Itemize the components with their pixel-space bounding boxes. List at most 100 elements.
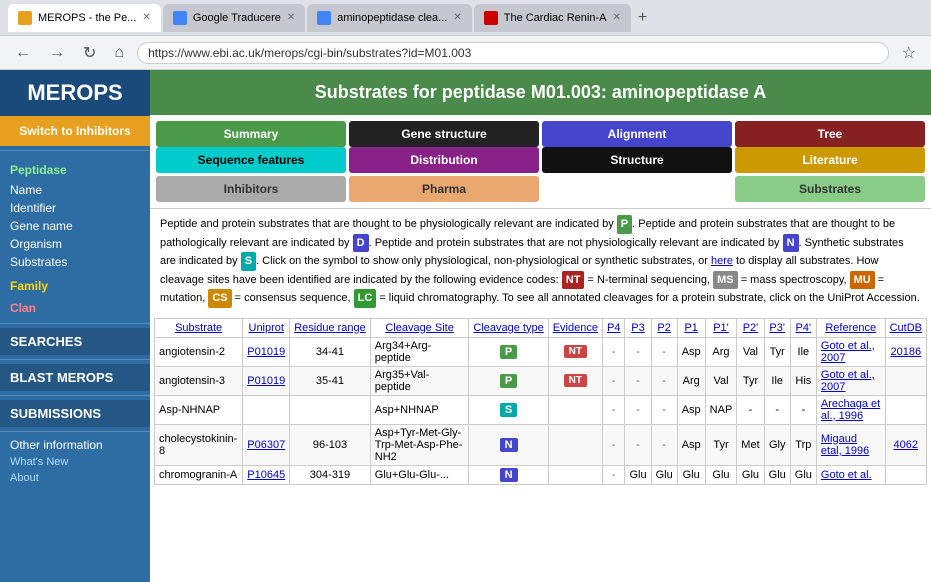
cell-cleavage-type[interactable]: P — [469, 366, 548, 395]
col-evidence[interactable]: Evidence — [548, 318, 602, 337]
cell-reference[interactable]: Goto et al., 2007 — [816, 366, 885, 395]
cell-cutdb[interactable] — [885, 366, 926, 395]
cell-cutdb[interactable]: 20186 — [885, 337, 926, 366]
nav-tabs-row3: Inhibitors Pharma Substrates — [150, 176, 931, 208]
cell-reference[interactable]: Goto et al., 2007 — [816, 337, 885, 366]
cell-uniprot[interactable]: P06307 — [243, 424, 290, 465]
sidebar-item-about[interactable]: About — [0, 470, 150, 486]
sidebar-item-whats-new[interactable]: What's New — [0, 454, 150, 470]
bookmark-button[interactable]: ☆ — [897, 41, 921, 65]
tab-favicon-google — [173, 11, 187, 25]
cell-reference[interactable]: Migaud etal, 1996 — [816, 424, 885, 465]
sidebar-divider-1 — [0, 150, 150, 151]
tab-pharma[interactable]: Pharma — [349, 176, 539, 202]
new-tab-button[interactable]: + — [633, 7, 652, 29]
tab-close-merops[interactable]: ✕ — [142, 12, 150, 23]
cell-p2p: - — [737, 395, 764, 424]
family-label: Family — [0, 275, 150, 297]
col-cutdb[interactable]: CutDB — [885, 318, 926, 337]
col-p2[interactable]: P2 — [651, 318, 677, 337]
col-substrate[interactable]: Substrate — [155, 318, 243, 337]
col-uniprot[interactable]: Uniprot — [243, 318, 290, 337]
cell-cleavage-type[interactable]: P — [469, 337, 548, 366]
cell-cleavage-type[interactable]: N — [469, 465, 548, 484]
cell-uniprot[interactable] — [243, 395, 290, 424]
reload-button[interactable]: ↻ — [78, 41, 101, 65]
cell-cutdb[interactable] — [885, 465, 926, 484]
col-p4p[interactable]: P4' — [790, 318, 816, 337]
cell-p3p: Tyr — [764, 337, 790, 366]
tab-literature[interactable]: Literature — [735, 147, 925, 173]
tab-sequence-features[interactable]: Sequence features — [156, 147, 346, 173]
cell-p1p: NAP — [705, 395, 737, 424]
cell-p4p: Trp — [790, 424, 816, 465]
sidebar-item-name[interactable]: Name — [0, 181, 150, 199]
sidebar-item-organism[interactable]: Organism — [0, 235, 150, 253]
cell-cutdb[interactable] — [885, 395, 926, 424]
tab-close-google[interactable]: ✕ — [287, 12, 295, 23]
sidebar-divider-2 — [0, 323, 150, 324]
tab-label-cardiac: The Cardiac Renin-A — [504, 12, 607, 24]
nav-tabs-row1: Summary Gene structure Alignment Tree — [150, 115, 931, 147]
cell-uniprot[interactable]: P10645 — [243, 465, 290, 484]
cell-p1: Glu — [677, 465, 705, 484]
col-p1p[interactable]: P1' — [705, 318, 737, 337]
tab-summary[interactable]: Summary — [156, 121, 346, 147]
sidebar-item-substrates[interactable]: Substrates — [0, 253, 150, 271]
back-button[interactable]: ← — [10, 42, 36, 64]
badge-n: N — [783, 234, 799, 253]
tab-distribution[interactable]: Distribution — [349, 147, 539, 173]
cell-cleavage-site: Arg34+Arg-peptide — [370, 337, 469, 366]
tab-gene-structure[interactable]: Gene structure — [349, 121, 539, 147]
col-p1[interactable]: P1 — [677, 318, 705, 337]
tab-google[interactable]: Google Traducere ✕ — [163, 4, 305, 32]
col-residue[interactable]: Residue range — [290, 318, 371, 337]
tab-close-amino[interactable]: ✕ — [453, 12, 461, 23]
page-title: Substrates for peptidase M01.003: aminop… — [150, 70, 931, 115]
col-p3[interactable]: P3 — [625, 318, 651, 337]
table-container: Substrate Uniprot Residue range Cleavage… — [150, 314, 931, 493]
cell-uniprot[interactable]: P01019 — [243, 366, 290, 395]
cell-evidence: NT — [548, 366, 602, 395]
tab-close-cardiac[interactable]: ✕ — [612, 12, 620, 23]
tab-structure[interactable]: Structure — [542, 147, 732, 173]
badge-s: S — [241, 252, 256, 271]
col-p2p[interactable]: P2' — [737, 318, 764, 337]
cell-cleavage-type[interactable]: S — [469, 395, 548, 424]
tab-cardiac[interactable]: The Cardiac Renin-A ✕ — [474, 4, 631, 32]
cell-p3p: Gly — [764, 424, 790, 465]
forward-button[interactable]: → — [44, 42, 70, 64]
col-reference[interactable]: Reference — [816, 318, 885, 337]
sidebar-logo[interactable]: MEROPS — [0, 70, 150, 116]
here-link[interactable]: here — [711, 255, 733, 267]
switch-to-inhibitors-button[interactable]: Switch to Inhibitors — [0, 116, 150, 146]
tab-merops[interactable]: MEROPS - the Pe... ✕ — [8, 4, 161, 32]
cell-uniprot[interactable]: P01019 — [243, 337, 290, 366]
tab-substrates[interactable]: Substrates — [735, 176, 925, 202]
tab-label-google: Google Traducere — [193, 12, 281, 24]
cell-evidence — [548, 424, 602, 465]
cell-cutdb[interactable]: 4062 — [885, 424, 926, 465]
url-bar[interactable] — [137, 42, 889, 64]
tab-tree[interactable]: Tree — [735, 121, 925, 147]
home-button[interactable]: ⌂ — [109, 42, 129, 64]
cell-reference[interactable]: Arechaga et al., 1996 — [816, 395, 885, 424]
cell-p2: - — [651, 424, 677, 465]
sidebar-item-identifier[interactable]: Identifier — [0, 199, 150, 217]
sidebar-item-gene-name[interactable]: Gene name — [0, 217, 150, 235]
cell-residue: 35-41 — [290, 366, 371, 395]
col-cleavage-type[interactable]: Cleavage type — [469, 318, 548, 337]
clan-label: Clan — [0, 297, 150, 319]
cell-p1p: Val — [705, 366, 737, 395]
cell-reference[interactable]: Goto et al. — [816, 465, 885, 484]
tab-amino[interactable]: aminopeptidase clea... ✕ — [307, 4, 471, 32]
col-p3p[interactable]: P3' — [764, 318, 790, 337]
cell-p3: Glu — [625, 465, 651, 484]
cell-p4: - — [602, 337, 624, 366]
col-cleavage-site[interactable]: Cleavage Site — [370, 318, 469, 337]
tab-alignment[interactable]: Alignment — [542, 121, 732, 147]
cell-cleavage-type[interactable]: N — [469, 424, 548, 465]
tab-inhibitors[interactable]: Inhibitors — [156, 176, 346, 202]
col-p4[interactable]: P4 — [602, 318, 624, 337]
tab-favicon-amino — [317, 11, 331, 25]
